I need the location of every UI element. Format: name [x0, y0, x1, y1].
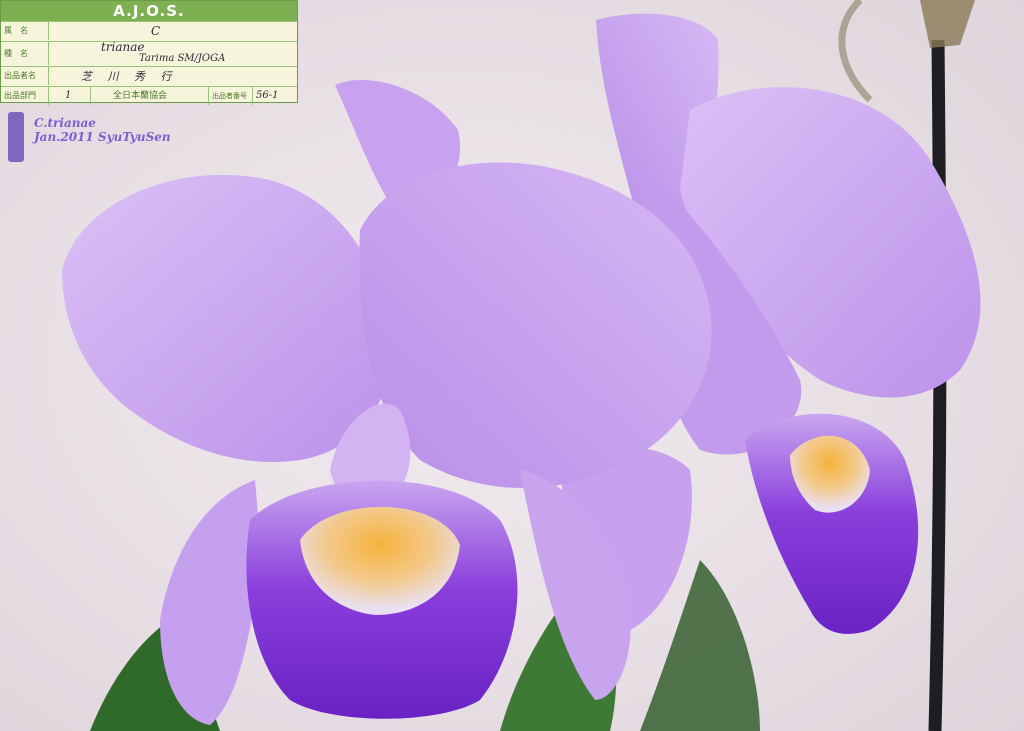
caption-species: C.trianae [34, 116, 96, 130]
card-row-exhibitor: 出品者名 芝 川 秀 行 [1, 66, 297, 86]
orchid-photo [0, 0, 1024, 731]
card-row-value: 芝 川 秀 行 [81, 70, 178, 83]
card-row-species: 種 名 trianae Tarima SM/JOGA [1, 40, 297, 66]
card-row-value-cultivar: Tarima SM/JOGA [139, 53, 226, 64]
card-row-key: 種 名 [1, 42, 49, 65]
card-row-value: trianae [101, 40, 145, 54]
card-title: A.J.O.S. [1, 1, 297, 21]
artist-seal: 牙 [8, 112, 24, 162]
card-org-name: 全日本蘭協会 [91, 87, 209, 105]
card-section-key: 出品部門 [1, 87, 49, 105]
card-row-value: C [151, 24, 161, 38]
card-row-key: 属 名 [1, 22, 49, 40]
photo-caption: C.trianae Jan.2011 SyuTyuSen [34, 116, 171, 144]
entry-label-card: A.J.O.S. 属 名 C 種 名 trianae Tarima SM/JOG… [0, 0, 298, 106]
card-row-key: 出品者名 [1, 67, 49, 85]
card-number-value: 56-1 [256, 90, 279, 101]
caption-date-author: Jan.2011 SyuTyuSen [34, 130, 171, 144]
card-number-key: 出品者番号 [209, 87, 253, 105]
card-row-footer: 出品部門 1 全日本蘭協会 出品者番号 56-1 [1, 86, 297, 106]
card-section-value: 1 [49, 87, 91, 105]
card-row-genus: 属 名 C [1, 21, 297, 41]
